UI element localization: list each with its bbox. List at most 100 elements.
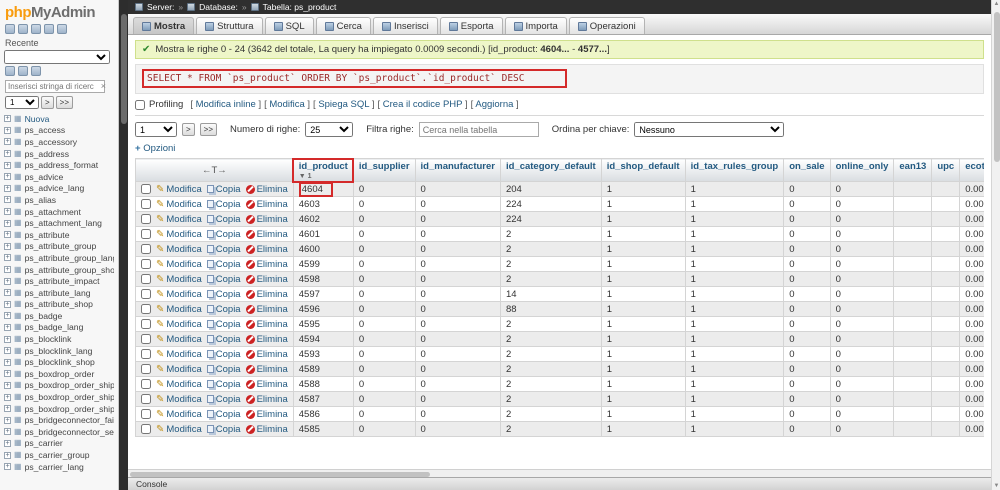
sidebar-item-ps_carrier_lang[interactable]: ps_carrier_lang: [4, 461, 114, 473]
edit-row-link[interactable]: Modifica: [156, 379, 201, 390]
table-link[interactable]: ps_address: [25, 149, 69, 159]
sidebar-item-ps_accessory[interactable]: ps_accessory: [4, 136, 114, 148]
settings-icon[interactable]: [57, 24, 67, 34]
expand-icon[interactable]: [4, 173, 11, 181]
table-link[interactable]: ps_carrier: [25, 438, 63, 448]
sidebar-scrollbar-thumb[interactable]: [120, 14, 127, 124]
expand-icon[interactable]: [4, 347, 11, 355]
delete-row-link[interactable]: Elimina: [245, 274, 288, 285]
expand-icon[interactable]: [4, 300, 11, 308]
expand-icon[interactable]: [4, 381, 11, 389]
logout-icon[interactable]: [18, 24, 28, 34]
scroll-up-icon[interactable]: [992, 1, 1000, 7]
row-checkbox[interactable]: [141, 364, 151, 374]
copy-row-link[interactable]: Copia: [206, 289, 241, 300]
tab-mostra[interactable]: Mostra: [133, 17, 195, 34]
nav-last-button[interactable]: >>: [55, 96, 74, 109]
sidebar-item-ps_carrier[interactable]: ps_carrier: [4, 438, 114, 450]
expand-icon[interactable]: [4, 335, 11, 343]
vertical-scrollbar[interactable]: [991, 0, 1000, 490]
sidebar-item-ps_attribute[interactable]: ps_attribute: [4, 229, 114, 241]
sidebar-item-ps_address[interactable]: ps_address: [4, 148, 114, 160]
expand-icon[interactable]: [4, 231, 11, 239]
expand-icon[interactable]: [4, 138, 11, 146]
expand-icon[interactable]: [4, 277, 11, 285]
column-sort-link[interactable]: upc: [937, 161, 954, 172]
copy-row-link[interactable]: Copia: [206, 259, 241, 270]
sidebar-item-ps_badge_lang[interactable]: ps_badge_lang: [4, 322, 114, 334]
expand-icon[interactable]: [4, 184, 11, 192]
table-link[interactable]: ps_address_format: [25, 160, 99, 170]
sidebar-item-ps_bridgeconnector_failed[interactable]: ps_bridgeconnector_failed: [4, 414, 114, 426]
copy-row-link[interactable]: Copia: [206, 349, 241, 360]
table-link[interactable]: ps_attribute_group_lang: [25, 253, 114, 263]
delete-row-link[interactable]: Elimina: [245, 409, 288, 420]
row-checkbox[interactable]: [141, 334, 151, 344]
sidebar-item-ps_alias[interactable]: ps_alias: [4, 194, 114, 206]
copy-row-link[interactable]: Copia: [206, 364, 241, 375]
table-link[interactable]: ps_attribute_shop: [25, 299, 93, 309]
expand-icon[interactable]: [4, 370, 11, 378]
delete-row-link[interactable]: Elimina: [245, 424, 288, 435]
copy-row-link[interactable]: Copia: [206, 424, 241, 435]
edit-row-link[interactable]: Modifica: [156, 259, 201, 270]
edit-row-link[interactable]: Modifica: [156, 319, 201, 330]
row-checkbox[interactable]: [141, 409, 151, 419]
sidebar-item-ps_carrier_group[interactable]: ps_carrier_group: [4, 449, 114, 461]
sidebar-item-ps_attachment_lang[interactable]: ps_attachment_lang: [4, 217, 114, 229]
table-link[interactable]: ps_attribute_impact: [25, 276, 100, 286]
table-link[interactable]: ps_advice: [25, 172, 64, 182]
column-sort-link[interactable]: id_tax_rules_group: [691, 161, 779, 172]
sidebar-item-ps_advice[interactable]: ps_advice: [4, 171, 114, 183]
table-link[interactable]: ps_attachment_lang: [25, 218, 102, 228]
copy-row-link[interactable]: Copia: [206, 319, 241, 330]
expand-icon[interactable]: [4, 358, 11, 366]
copy-row-link[interactable]: Copia: [206, 199, 241, 210]
row-checkbox[interactable]: [141, 319, 151, 329]
breadcrumb-table[interactable]: Tabella: ps_product: [263, 2, 337, 12]
expand-icon[interactable]: [4, 161, 11, 169]
home-icon[interactable]: [5, 24, 15, 34]
sidebar-item-ps_boxdrop_order_shipme[interactable]: ps_boxdrop_order_shipme: [4, 403, 114, 415]
row-checkbox[interactable]: [141, 394, 151, 404]
sidebar-item-ps_attribute_group_shop[interactable]: ps_attribute_group_shop: [4, 264, 114, 276]
page-select[interactable]: 1: [135, 122, 177, 137]
last-page-button[interactable]: >>: [199, 123, 218, 136]
edit-row-link[interactable]: Modifica: [156, 334, 201, 345]
expand-icon[interactable]: [4, 393, 11, 401]
edit-row-link[interactable]: Modifica: [156, 274, 201, 285]
table-link[interactable]: ps_boxdrop_order_shipme: [25, 380, 114, 390]
column-sort-link[interactable]: on_sale: [789, 161, 824, 172]
row-checkbox[interactable]: [141, 199, 151, 209]
delete-row-link[interactable]: Elimina: [245, 229, 288, 240]
sidebar-item-ps_attribute_group[interactable]: ps_attribute_group: [4, 241, 114, 253]
table-link[interactable]: ps_blocklink: [25, 334, 72, 344]
expand-icon[interactable]: [4, 126, 11, 134]
tab-esporta[interactable]: Esporta: [439, 17, 503, 34]
row-checkbox[interactable]: [141, 214, 151, 224]
table-link[interactable]: ps_boxdrop_order_shipme: [25, 404, 114, 414]
expand-icon[interactable]: [4, 266, 11, 274]
horizontal-scrollbar[interactable]: [128, 469, 991, 477]
column-sort-link[interactable]: ean13: [899, 161, 926, 172]
delete-row-link[interactable]: Elimina: [245, 289, 288, 300]
table-search-input[interactable]: [418, 122, 539, 137]
sidebar-item-ps_badge[interactable]: ps_badge: [4, 310, 114, 322]
expand-icon[interactable]: [4, 242, 11, 250]
table-link[interactable]: Nuova: [25, 114, 50, 124]
sidebar-item-ps_attachment[interactable]: ps_attachment: [4, 206, 114, 218]
expand-icon[interactable]: [4, 312, 11, 320]
mysql-docs-icon[interactable]: [44, 24, 54, 34]
tab-importa[interactable]: Importa: [504, 17, 567, 34]
edit-row-link[interactable]: Modifica: [156, 424, 201, 435]
sidebar-item-ps_attribute_shop[interactable]: ps_attribute_shop: [4, 299, 114, 311]
table-link[interactable]: ps_blocklink_lang: [25, 346, 93, 356]
edit-row-link[interactable]: Modifica: [156, 229, 201, 240]
copy-row-link[interactable]: Copia: [206, 244, 241, 255]
row-checkbox[interactable]: [141, 349, 151, 359]
expand-icon[interactable]: [4, 439, 11, 447]
row-checkbox[interactable]: [141, 289, 151, 299]
table-link[interactable]: ps_boxdrop_order_shipme: [25, 392, 114, 402]
query-action-link[interactable]: Modifica inline: [196, 99, 256, 110]
delete-row-link[interactable]: Elimina: [245, 319, 288, 330]
